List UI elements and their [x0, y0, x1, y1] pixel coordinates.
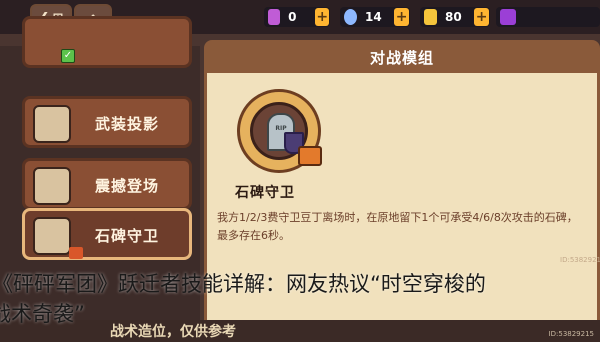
skill-card-armed-projection[interactable]: 武装投影	[22, 96, 192, 148]
skill-card-label: 石碑守卫	[95, 227, 160, 245]
skill-description: 我方1/2/3费守卫豆丁离场时，在原地留下1个可承受4/6/8次攻击的石碑，最多…	[217, 211, 578, 242]
add-gem-button[interactable]: +	[394, 8, 409, 26]
game-screen: ❮ ⊞ ⌂ 0 + 14 + 80 + ✓	[0, 0, 600, 342]
lock-icon	[69, 247, 83, 259]
skill-card-partial[interactable]: ✓	[22, 16, 192, 68]
panel-title: 对战模组	[207, 43, 597, 73]
add-gold-button[interactable]: +	[474, 8, 489, 26]
caption-line-1: 《砰砰军团》跃迁者技能详解：网友热议“时空穿梭的	[0, 272, 486, 296]
soldier-avatar-icon	[33, 167, 71, 205]
resource-card-packs: 0 +	[264, 7, 330, 27]
gold-coin-icon	[424, 9, 438, 25]
caption-line-2: 战术奇袭”	[0, 302, 85, 326]
watermark-id-bottom: ID:53829215	[548, 330, 594, 338]
card-pack-icon	[268, 9, 281, 25]
skill-card-label: 武装投影	[95, 115, 160, 133]
watermark-id: ID:53829215	[560, 256, 600, 264]
skill-card-stone-guard[interactable]: 石碑守卫	[22, 208, 192, 260]
skill-emblem: RIP	[237, 89, 322, 173]
robot-avatar-icon	[33, 105, 71, 143]
resource-gold: 80 +	[420, 7, 490, 27]
padlock-icon	[298, 146, 322, 166]
tombstone-text: RIP	[275, 125, 287, 132]
add-card-pack-button[interactable]: +	[315, 8, 329, 26]
skill-name: 石碑守卫	[235, 185, 295, 201]
skill-card-label: 震撼登场	[95, 177, 160, 195]
resource-crystal	[496, 7, 600, 27]
resource-gems: 14 +	[340, 7, 410, 27]
bottom-hint: 战术造位，仅供参考	[110, 324, 236, 340]
equipped-check-icon: ✓	[61, 49, 75, 63]
purple-crystal-icon	[500, 9, 516, 25]
gem-count: 14	[365, 10, 382, 24]
skill-card-shock-entrance[interactable]: 震撼登场	[22, 158, 192, 210]
gold-count: 80	[445, 10, 462, 24]
bottom-strip: 战术造位，仅供参考 ID:53829215	[0, 320, 600, 342]
tombstone-avatar-icon	[33, 217, 71, 255]
card-pack-count: 0	[288, 10, 297, 24]
gem-icon	[344, 9, 358, 25]
